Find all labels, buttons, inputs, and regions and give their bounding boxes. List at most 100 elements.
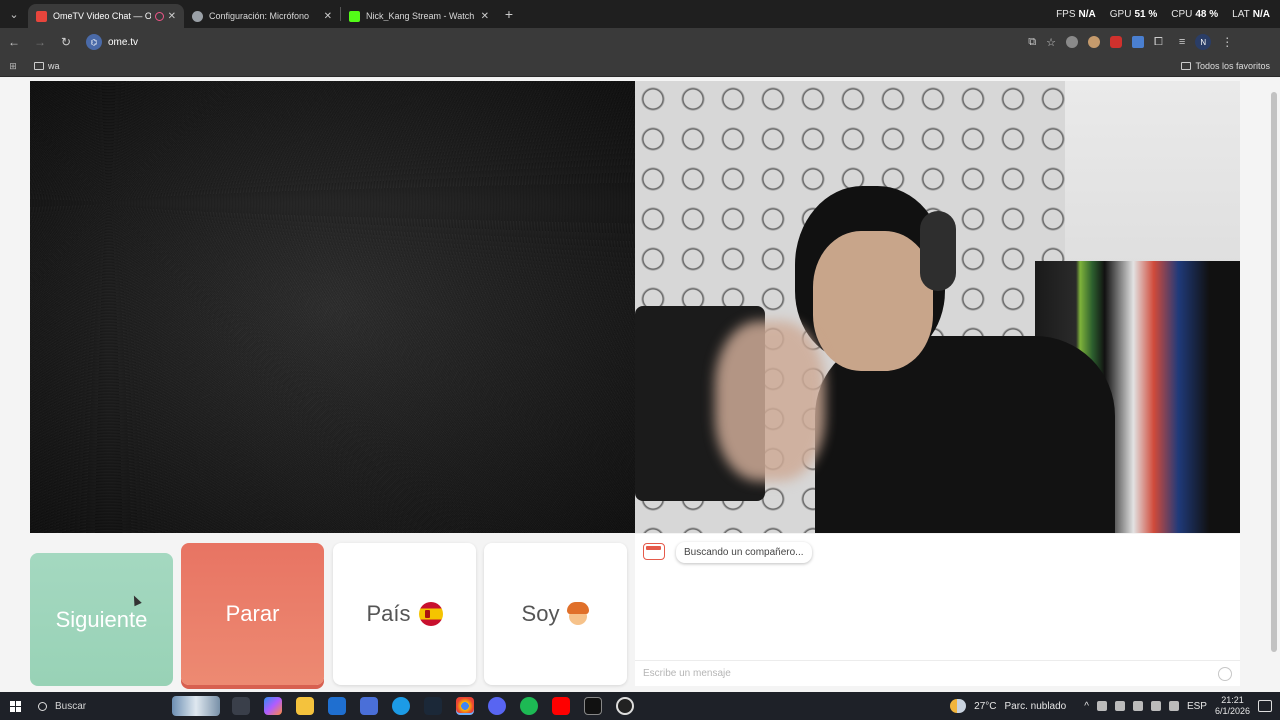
reload-icon[interactable]: ↻ [54,30,78,54]
profile-avatar[interactable]: N [1195,34,1212,50]
video-person-face [813,231,933,371]
bookmark-star-icon[interactable]: ☆ [1046,36,1056,49]
back-arrow-icon[interactable]: ← [2,30,26,54]
task-view-icon[interactable] [232,697,250,715]
lat-readout: LAT N/A [1232,8,1270,20]
recording-icon [154,11,164,21]
forward-arrow-icon[interactable]: → [28,30,52,54]
tray-app-icon[interactable] [1096,701,1107,711]
stop-button-label: Parar [225,601,280,626]
message-input[interactable] [643,668,1203,679]
gender-button-label: Soy [521,601,560,626]
clock-time: 21:21 [1221,695,1244,705]
close-tab-icon[interactable]: ✕ [168,11,176,22]
search-label: Buscar [55,700,87,712]
volume-icon[interactable] [1150,701,1161,711]
bookmark-folder-wa[interactable]: wa [34,61,60,71]
weather-description[interactable]: Parc. nublado [1005,701,1067,712]
windows-taskbar: Buscar 27°C Parc. nublado ^ ESP 21:21 6/… [0,692,1280,720]
obs-icon[interactable] [616,697,634,715]
extension-cookie-icon[interactable] [1088,36,1100,48]
youtube-icon[interactable] [552,697,570,715]
ometv-page: Siguiente Parar País Soy Buscando un com… [0,78,1280,692]
discord-icon[interactable] [488,697,506,715]
bookmark-label: wa [48,61,60,71]
store-icon[interactable] [360,697,378,715]
spain-flag-icon [418,602,443,626]
gear-icon [192,10,203,22]
tab-title: Configuración: Micrófono [209,11,310,21]
scrollbar-thumb[interactable] [1271,92,1277,652]
chat-input-bar [635,660,1240,686]
install-app-icon[interactable]: ⧉ [1028,36,1036,49]
partner-video-static [30,81,635,533]
gpu-readout: GPU 51 % [1109,8,1158,20]
ometv-logo-icon [643,543,665,560]
extension-audio-icon[interactable] [1132,36,1144,48]
address-bar[interactable]: ⌬ ome.tv ⧉ ☆ [86,31,1066,53]
extension-globe-icon[interactable] [1066,36,1078,48]
bookmark-label: Todos los favoritos [1195,61,1270,71]
battery-icon[interactable] [1168,701,1179,711]
site-info-icon[interactable]: ⌬ [86,34,102,50]
capcut-icon[interactable] [584,697,602,715]
file-explorer-icon[interactable] [296,697,314,715]
country-button[interactable]: País [333,543,476,685]
tab-ometv[interactable]: OmeTV Video Chat — Ome ✕ [28,4,184,28]
edge-icon[interactable] [392,697,410,715]
network-icon[interactable] [1132,701,1143,711]
clock[interactable]: 21:21 6/1/2026 [1215,695,1250,717]
input-language[interactable]: ESP [1187,701,1207,712]
search-highlight-image [172,696,220,716]
steam-icon[interactable] [424,697,442,715]
chrome-icon[interactable] [456,697,474,715]
all-bookmarks-folder[interactable]: Todos los favoritos [1181,61,1270,71]
country-button-label: País [366,601,411,626]
system-tray: 27°C Parc. nublado ^ ESP 21:21 6/1/2026 [950,695,1280,717]
boy-emoji-icon [567,602,590,626]
tab-title: Nick_Kang Stream - Watch Live [366,11,477,21]
spotify-icon[interactable] [520,697,538,715]
close-tab-icon[interactable]: ✕ [481,11,489,22]
notifications-icon[interactable] [1258,700,1272,712]
tab-microphone-settings[interactable]: Configuración: Micrófono ✕ [184,4,340,28]
apps-grid-icon[interactable]: ⊞ [0,61,26,72]
browser-toolbar: ← → ↻ ⌬ ome.tv ⧉ ☆ ⧠ ≡ N ⋮ [0,28,1280,56]
tab-title: OmeTV Video Chat — Ome [53,11,151,21]
extension-adblock-icon[interactable] [1110,36,1122,48]
search-icon [38,701,47,711]
windows-start-icon[interactable] [0,700,30,712]
self-camera-video [635,81,1240,533]
folder-icon [34,62,44,70]
chat-status-message: Buscando un compañero... [676,542,812,563]
close-tab-icon[interactable]: ✕ [324,11,332,22]
browser-tab-bar: ⌄ OmeTV Video Chat — Ome ✕ Configuración… [0,0,1280,28]
tray-overflow-chevron-icon[interactable]: ^ [1084,701,1089,712]
kick-favicon-icon [349,10,360,22]
chat-panel: Buscando un compañero... [635,534,1240,686]
emoji-smile-icon[interactable] [1218,667,1232,681]
video-blurred-hand [715,321,825,481]
folder-icon [1181,62,1192,70]
outlook-icon[interactable] [328,697,346,715]
weather-temp[interactable]: 27°C [974,701,996,712]
next-button[interactable]: Siguiente [30,553,173,686]
more-menu-icon[interactable]: ⋮ [1221,35,1233,49]
fps-readout: FPS N/A [1056,8,1096,20]
bookmarks-bar: ⊞ wa Todos los favoritos [0,56,1280,77]
gender-button[interactable]: Soy [484,543,627,685]
taskbar-search[interactable]: Buscar [30,694,220,718]
extensions-area: ⧠ ≡ N ⋮ [1066,34,1233,50]
page-scrollbar[interactable] [1270,82,1278,682]
copilot-icon[interactable] [264,697,282,715]
weather-icon[interactable] [950,699,967,713]
puzzle-icon[interactable]: ⧠ [1154,36,1163,49]
next-button-label: Siguiente [55,606,148,632]
tab-kick-stream[interactable]: Nick_Kang Stream - Watch Live ✕ [341,4,497,28]
microphone-icon[interactable] [1114,701,1125,711]
stop-button[interactable]: Parar [181,543,324,685]
new-tab-plus-icon[interactable]: + [497,6,521,22]
url-text: ome.tv [108,36,139,48]
reading-list-icon[interactable]: ≡ [1179,36,1185,48]
tab-search-chevron-icon[interactable]: ⌄ [0,0,28,28]
